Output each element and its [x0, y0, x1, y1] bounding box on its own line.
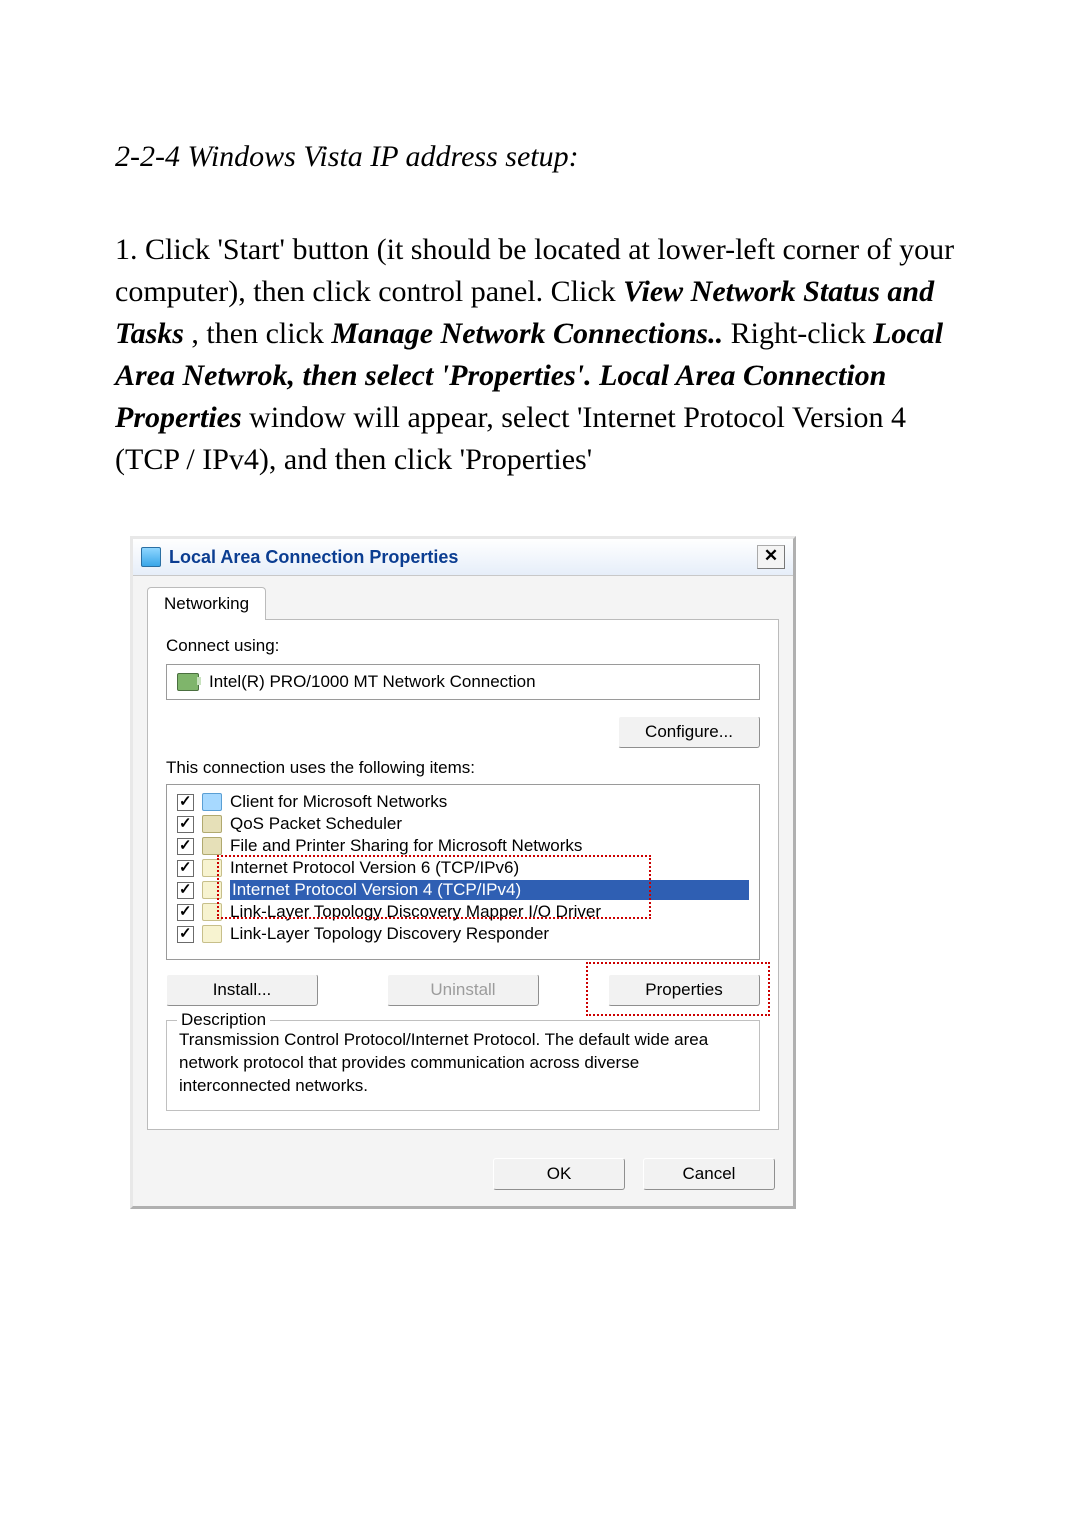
protocol-icon — [202, 881, 222, 899]
description-text: Transmission Control Protocol/Internet P… — [179, 1029, 747, 1098]
list-item-label: Internet Protocol Version 4 (TCP/IPv4) — [230, 880, 749, 900]
window-icon — [141, 547, 161, 567]
client-icon — [202, 793, 222, 811]
tab-networking[interactable]: Networking — [147, 587, 266, 620]
list-item-ipv4-selected[interactable]: Internet Protocol Version 4 (TCP/IPv4) — [171, 879, 755, 901]
list-item[interactable]: File and Printer Sharing for Microsoft N… — [171, 835, 755, 857]
checkbox-icon[interactable] — [177, 904, 194, 921]
dialog-titlebar: Local Area Connection Properties ✕ — [133, 539, 793, 576]
item-buttons: Install... Uninstall Properties — [166, 974, 760, 1006]
tab-panel-networking: Connect using: Intel(R) PRO/1000 MT Netw… — [147, 619, 779, 1130]
protocol-icon — [202, 925, 222, 943]
connect-using-label: Connect using: — [166, 636, 760, 656]
list-item-label: Internet Protocol Version 6 (TCP/IPv6) — [230, 858, 749, 878]
instruction-paragraph: 1. Click 'Start' button (it should be lo… — [115, 229, 965, 481]
instruction-text-3: Right-click — [731, 317, 873, 350]
checkbox-icon[interactable] — [177, 794, 194, 811]
dialog-local-area-connection-properties: Local Area Connection Properties ✕ Netwo… — [130, 536, 796, 1209]
configure-button[interactable]: Configure... — [618, 716, 760, 748]
ok-button[interactable]: OK — [493, 1158, 625, 1190]
cancel-button[interactable]: Cancel — [643, 1158, 775, 1190]
protocol-icon — [202, 859, 222, 877]
list-item-label: File and Printer Sharing for Microsoft N… — [230, 836, 749, 856]
close-button[interactable]: ✕ — [757, 545, 785, 569]
document-page: 2-2-4 Windows Vista IP address setup: 1.… — [0, 0, 1080, 1527]
nic-icon — [177, 673, 199, 691]
close-icon: ✕ — [764, 546, 778, 565]
checkbox-icon[interactable] — [177, 860, 194, 877]
list-item-label: Client for Microsoft Networks — [230, 792, 749, 812]
instruction-text-2: , then click — [191, 317, 331, 350]
checkbox-icon[interactable] — [177, 926, 194, 943]
share-icon — [202, 837, 222, 855]
items-list[interactable]: Client for Microsoft Networks QoS Packet… — [166, 784, 760, 960]
list-item-label: QoS Packet Scheduler — [230, 814, 749, 834]
description-group: Description Transmission Control Protoco… — [166, 1020, 760, 1111]
properties-button[interactable]: Properties — [608, 974, 760, 1006]
scheduler-icon — [202, 815, 222, 833]
section-heading: 2-2-4 Windows Vista IP address setup: — [115, 140, 965, 174]
checkbox-icon[interactable] — [177, 838, 194, 855]
checkbox-icon[interactable] — [177, 882, 194, 899]
dialog-title: Local Area Connection Properties — [169, 547, 757, 568]
install-button[interactable]: Install... — [166, 974, 318, 1006]
items-label: This connection uses the following items… — [166, 758, 760, 778]
list-item[interactable]: Link-Layer Topology Discovery Mapper I/O… — [171, 901, 755, 923]
dialog-footer: OK Cancel — [133, 1144, 793, 1206]
protocol-icon — [202, 903, 222, 921]
list-item[interactable]: QoS Packet Scheduler — [171, 813, 755, 835]
description-legend: Description — [177, 1010, 270, 1030]
list-item-label: Link-Layer Topology Discovery Mapper I/O… — [230, 902, 749, 922]
adapter-name: Intel(R) PRO/1000 MT Network Connection — [209, 672, 536, 692]
list-item-label: Link-Layer Topology Discovery Responder — [230, 924, 749, 944]
uninstall-button[interactable]: Uninstall — [387, 974, 539, 1006]
list-item[interactable]: Link-Layer Topology Discovery Responder — [171, 923, 755, 945]
checkbox-icon[interactable] — [177, 816, 194, 833]
instruction-bold-2: Manage Network Connections.. — [331, 317, 723, 350]
list-item[interactable]: Client for Microsoft Networks — [171, 791, 755, 813]
adapter-box: Intel(R) PRO/1000 MT Network Connection — [166, 664, 760, 700]
list-item[interactable]: Internet Protocol Version 6 (TCP/IPv6) — [171, 857, 755, 879]
dialog-body: Networking Connect using: Intel(R) PRO/1… — [133, 576, 793, 1144]
